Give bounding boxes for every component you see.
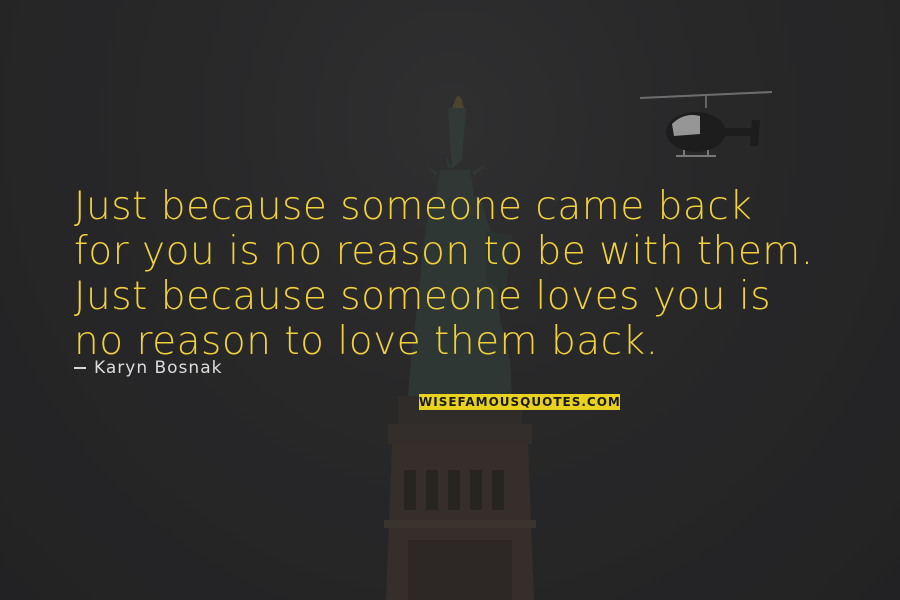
quote-text: Just because someone came back for you i… (74, 184, 874, 364)
author-attribution: Karyn Bosnak (74, 358, 222, 378)
brand-watermark: WISEFAMOUSQUOTES.COM (419, 394, 621, 410)
author-name: Karyn Bosnak (94, 358, 223, 378)
quote-line: Just because someone came back (74, 184, 753, 229)
quote-line: Just because someone loves you is (74, 274, 772, 319)
quote-line: for you is no reason to be with them. (74, 229, 814, 274)
quote-card: Just because someone came back for you i… (0, 0, 900, 600)
author-dash (74, 367, 86, 369)
